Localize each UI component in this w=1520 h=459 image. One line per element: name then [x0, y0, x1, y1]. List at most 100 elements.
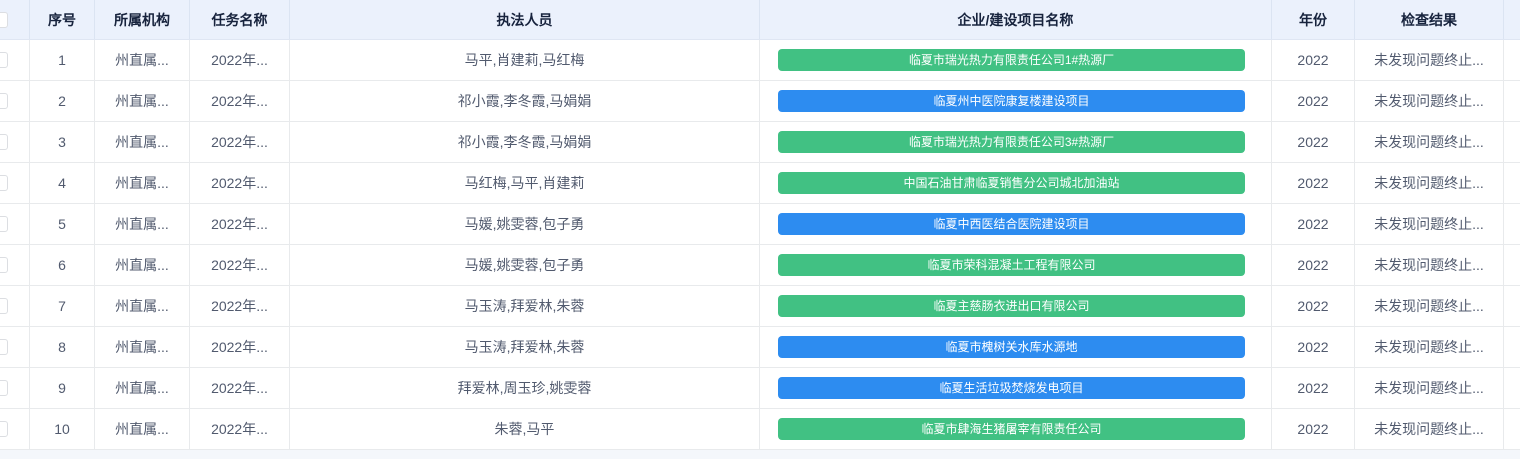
- project-badge[interactable]: 临夏生活垃圾焚烧发电项目: [778, 377, 1245, 399]
- cell-result: 未发现问题终止...: [1355, 327, 1504, 367]
- cell-personnel: 拜爱林,周玉珍,姚雯蓉: [290, 368, 760, 408]
- row-checkbox[interactable]: [0, 421, 8, 437]
- row-checkbox[interactable]: [0, 380, 8, 396]
- cell-project: 临夏生活垃圾焚烧发电项目: [760, 368, 1272, 408]
- table-row: 7 州直属... 2022年... 马玉涛,拜爱林,朱蓉 临夏主慈肠衣进出口有限…: [0, 286, 1520, 327]
- cell-project: 临夏中西医结合医院建设项目: [760, 204, 1272, 244]
- cell-project: 临夏市肆海生猪屠宰有限责任公司: [760, 409, 1272, 449]
- cell-year: 2022: [1272, 368, 1355, 408]
- cell-personnel: 朱蓉,马平: [290, 409, 760, 449]
- cell-personnel: 马玉涛,拜爱林,朱蓉: [290, 286, 760, 326]
- table-row: 9 州直属... 2022年... 拜爱林,周玉珍,姚雯蓉 临夏生活垃圾焚烧发电…: [0, 368, 1520, 409]
- cell-result: 未发现问题终止...: [1355, 409, 1504, 449]
- cell-year: 2022: [1272, 122, 1355, 162]
- row-checkbox[interactable]: [0, 298, 8, 314]
- cell-extra: [1504, 409, 1520, 449]
- cell-result: 未发现问题终止...: [1355, 286, 1504, 326]
- cell-extra: [1504, 245, 1520, 285]
- cell-result: 未发现问题终止...: [1355, 40, 1504, 80]
- cell-index: 6: [30, 245, 95, 285]
- table-row: 8 州直属... 2022年... 马玉涛,拜爱林,朱蓉 临夏市槐树关水库水源地…: [0, 327, 1520, 368]
- select-all-checkbox[interactable]: [0, 12, 8, 28]
- cell-org: 州直属...: [95, 122, 190, 162]
- cell-index: 3: [30, 122, 95, 162]
- project-badge[interactable]: 临夏市荣科混凝土工程有限公司: [778, 254, 1245, 276]
- cell-task: 2022年...: [190, 368, 290, 408]
- cell-task: 2022年...: [190, 163, 290, 203]
- cell-result: 未发现问题终止...: [1355, 368, 1504, 408]
- cell-personnel: 马红梅,马平,肖建莉: [290, 163, 760, 203]
- cell-task: 2022年...: [190, 327, 290, 367]
- cell-task: 2022年...: [190, 286, 290, 326]
- project-badge[interactable]: 临夏市槐树关水库水源地: [778, 336, 1245, 358]
- table-row: 5 州直属... 2022年... 马媛,姚雯蓉,包子勇 临夏中西医结合医院建设…: [0, 204, 1520, 245]
- cell-result: 未发现问题终止...: [1355, 204, 1504, 244]
- row-checkbox-cell: [0, 368, 30, 408]
- table-row: 4 州直属... 2022年... 马红梅,马平,肖建莉 中国石油甘肃临夏销售分…: [0, 163, 1520, 204]
- cell-org: 州直属...: [95, 368, 190, 408]
- header-project: 企业/建设项目名称: [760, 0, 1272, 39]
- cell-org: 州直属...: [95, 286, 190, 326]
- header-year: 年份: [1272, 0, 1355, 39]
- project-badge[interactable]: 临夏主慈肠衣进出口有限公司: [778, 295, 1245, 317]
- cell-org: 州直属...: [95, 81, 190, 121]
- row-checkbox-cell: [0, 409, 30, 449]
- cell-project: 临夏市瑞光热力有限责任公司3#热源厂: [760, 122, 1272, 162]
- cell-task: 2022年...: [190, 122, 290, 162]
- cell-result: 未发现问题终止...: [1355, 81, 1504, 121]
- table-header: 序号 所属机构 任务名称 执法人员 企业/建设项目名称 年份 检查结果: [0, 0, 1520, 40]
- table-body: 1 州直属... 2022年... 马平,肖建莉,马红梅 临夏市瑞光热力有限责任…: [0, 40, 1520, 450]
- row-checkbox[interactable]: [0, 93, 8, 109]
- table-row: 1 州直属... 2022年... 马平,肖建莉,马红梅 临夏市瑞光热力有限责任…: [0, 40, 1520, 81]
- horizontal-scrollbar[interactable]: [0, 450, 1520, 459]
- header-personnel: 执法人员: [290, 0, 760, 39]
- cell-index: 8: [30, 327, 95, 367]
- cell-project: 临夏主慈肠衣进出口有限公司: [760, 286, 1272, 326]
- cell-org: 州直属...: [95, 245, 190, 285]
- project-badge[interactable]: 临夏州中医院康复楼建设项目: [778, 90, 1245, 112]
- cell-index: 9: [30, 368, 95, 408]
- row-checkbox-cell: [0, 204, 30, 244]
- row-checkbox-cell: [0, 40, 30, 80]
- row-checkbox[interactable]: [0, 216, 8, 232]
- cell-year: 2022: [1272, 286, 1355, 326]
- cell-project: 临夏市槐树关水库水源地: [760, 327, 1272, 367]
- header-org: 所属机构: [95, 0, 190, 39]
- project-badge[interactable]: 临夏中西医结合医院建设项目: [778, 213, 1245, 235]
- cell-personnel: 马玉涛,拜爱林,朱蓉: [290, 327, 760, 367]
- cell-result: 未发现问题终止...: [1355, 122, 1504, 162]
- cell-index: 7: [30, 286, 95, 326]
- cell-extra: [1504, 204, 1520, 244]
- cell-task: 2022年...: [190, 81, 290, 121]
- cell-task: 2022年...: [190, 204, 290, 244]
- cell-year: 2022: [1272, 163, 1355, 203]
- project-badge[interactable]: 中国石油甘肃临夏销售分公司城北加油站: [778, 172, 1245, 194]
- row-checkbox[interactable]: [0, 52, 8, 68]
- row-checkbox-cell: [0, 327, 30, 367]
- cell-index: 10: [30, 409, 95, 449]
- cell-year: 2022: [1272, 81, 1355, 121]
- project-badge[interactable]: 临夏市瑞光热力有限责任公司1#热源厂: [778, 49, 1245, 71]
- row-checkbox-cell: [0, 122, 30, 162]
- row-checkbox[interactable]: [0, 257, 8, 273]
- cell-project: 临夏市荣科混凝土工程有限公司: [760, 245, 1272, 285]
- project-badge[interactable]: 临夏市瑞光热力有限责任公司3#热源厂: [778, 131, 1245, 153]
- header-extra: [1504, 0, 1520, 39]
- project-badge[interactable]: 临夏市肆海生猪屠宰有限责任公司: [778, 418, 1245, 440]
- cell-personnel: 祁小霞,李冬霞,马娟娟: [290, 122, 760, 162]
- cell-extra: [1504, 40, 1520, 80]
- cell-year: 2022: [1272, 40, 1355, 80]
- cell-index: 4: [30, 163, 95, 203]
- cell-extra: [1504, 368, 1520, 408]
- cell-personnel: 马媛,姚雯蓉,包子勇: [290, 204, 760, 244]
- row-checkbox[interactable]: [0, 339, 8, 355]
- cell-extra: [1504, 81, 1520, 121]
- row-checkbox[interactable]: [0, 134, 8, 150]
- cell-org: 州直属...: [95, 40, 190, 80]
- row-checkbox[interactable]: [0, 175, 8, 191]
- table-row: 3 州直属... 2022年... 祁小霞,李冬霞,马娟娟 临夏市瑞光热力有限责…: [0, 122, 1520, 163]
- cell-extra: [1504, 286, 1520, 326]
- cell-org: 州直属...: [95, 327, 190, 367]
- cell-result: 未发现问题终止...: [1355, 163, 1504, 203]
- cell-task: 2022年...: [190, 245, 290, 285]
